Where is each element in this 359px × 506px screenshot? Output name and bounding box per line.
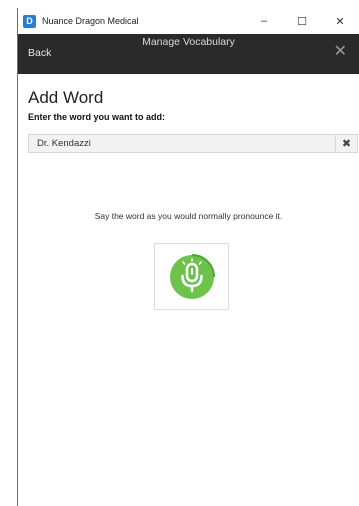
window-title: Nuance Dragon Medical [42, 16, 139, 26]
clear-icon: ✖ [341, 138, 352, 150]
record-button[interactable] [154, 243, 229, 310]
word-input[interactable] [29, 135, 335, 152]
word-input-group: ✖ [28, 134, 358, 153]
close-dialog-button[interactable]: ✕ [334, 44, 347, 60]
maximize-button[interactable]: ☐ [283, 8, 321, 34]
window-titlebar[interactable]: D Nuance Dragon Medical – ☐ ✕ [18, 8, 359, 34]
app-window: D Nuance Dragon Medical – ☐ ✕ Back Manag… [17, 8, 359, 506]
dragon-app-icon: D [23, 14, 36, 28]
dialog-title: Manage Vocabulary [142, 36, 235, 48]
close-window-button[interactable]: ✕ [321, 8, 359, 34]
back-button[interactable]: Back [28, 47, 51, 59]
microphone-icon [169, 253, 215, 299]
clear-input-button[interactable]: ✖ [335, 135, 357, 152]
page-title: Add Word [28, 88, 104, 107]
dialog-header: Back Manage Vocabulary ✕ [18, 34, 359, 74]
instruction-text: Say the word as you would normally prono… [94, 211, 283, 221]
word-field-label: Enter the word you want to add: [28, 112, 165, 122]
window-controls: – ☐ ✕ [245, 8, 359, 34]
minimize-button[interactable]: – [245, 8, 283, 34]
